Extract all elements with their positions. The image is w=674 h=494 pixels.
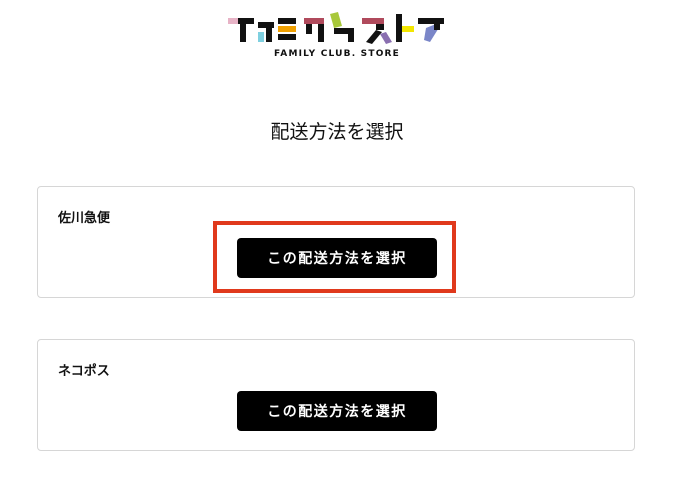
shipping-option-name: 佐川急便 [58, 211, 111, 226]
site-logo[interactable]: FAMILY CLUB. STORE [226, 12, 448, 62]
select-shipping-button[interactable]: この配送方法を選択 [237, 391, 437, 431]
logo-subtitle: FAMILY CLUB. STORE [273, 49, 401, 59]
shipping-option-card: 佐川急便 この配送方法を選択 [37, 186, 635, 298]
page-title: 配送方法を選択 [270, 121, 404, 143]
family-club-store-logo-icon [228, 12, 444, 44]
shipping-option-name: ネコポス [58, 364, 110, 379]
shipping-option-card: ネコポス この配送方法を選択 [37, 339, 635, 451]
select-shipping-button[interactable]: この配送方法を選択 [237, 238, 437, 278]
